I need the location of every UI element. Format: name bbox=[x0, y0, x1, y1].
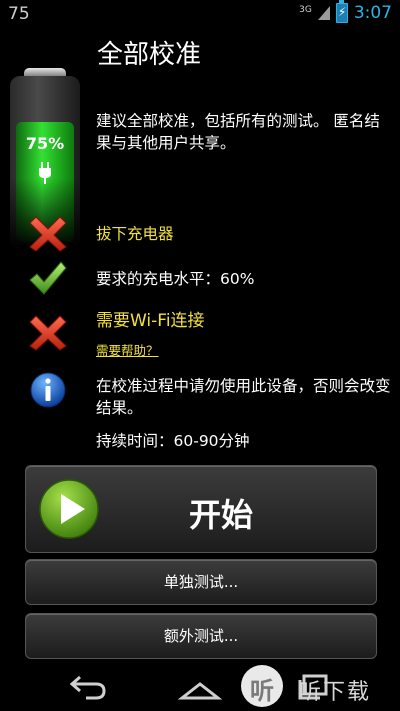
notification-count: 75 bbox=[8, 4, 30, 24]
start-button-label: 开始 bbox=[188, 496, 253, 534]
watermark: 听 听下载 bbox=[241, 665, 400, 709]
single-test-label: 单独测试... bbox=[163, 573, 239, 591]
home-icon[interactable] bbox=[178, 668, 222, 704]
plug-icon bbox=[39, 162, 51, 184]
duration-text: 持续时间：60-90分钟 bbox=[96, 432, 250, 450]
watermark-text: 听下载 bbox=[299, 680, 372, 705]
red-x-icon bbox=[28, 312, 68, 352]
extra-test-label: 额外测试... bbox=[163, 627, 239, 645]
battery-percent-label: 75% bbox=[25, 134, 65, 153]
green-check-icon bbox=[28, 258, 68, 298]
info-text: 在校准过程中请勿使用此设备，否则会改变结果。 bbox=[96, 377, 391, 417]
single-test-button[interactable]: 单独测试... bbox=[25, 559, 377, 605]
clock: 3:07 bbox=[353, 3, 392, 23]
start-button[interactable]: 开始 bbox=[25, 465, 377, 553]
signal-icon bbox=[317, 6, 330, 20]
info-icon bbox=[28, 370, 68, 410]
description-text: 建议全部校准，包括所有的测试。 匿名结果与其他用户共享。 bbox=[96, 112, 380, 152]
unplug-charger-text: 拔下充电器 bbox=[96, 225, 174, 243]
network-type-label: 3G bbox=[299, 4, 312, 15]
back-icon[interactable] bbox=[66, 668, 110, 704]
help-link[interactable]: 需要帮助？ bbox=[96, 340, 159, 359]
status-icons: 3G ⚡ 3:07 bbox=[299, 0, 392, 23]
charge-level-text: 要求的充电水平：60% bbox=[96, 270, 255, 288]
extra-test-button[interactable]: 额外测试... bbox=[25, 613, 377, 659]
status-bar: 75 3G ⚡ 3:07 bbox=[0, 0, 400, 28]
red-x-icon bbox=[28, 213, 68, 253]
battery-charging-icon: ⚡ bbox=[335, 0, 348, 23]
page-title: 全部校准 bbox=[97, 40, 202, 70]
watermark-logo-char: 听 bbox=[250, 677, 274, 705]
wifi-required-text: 需要Wi-Fi连接 bbox=[96, 311, 205, 331]
